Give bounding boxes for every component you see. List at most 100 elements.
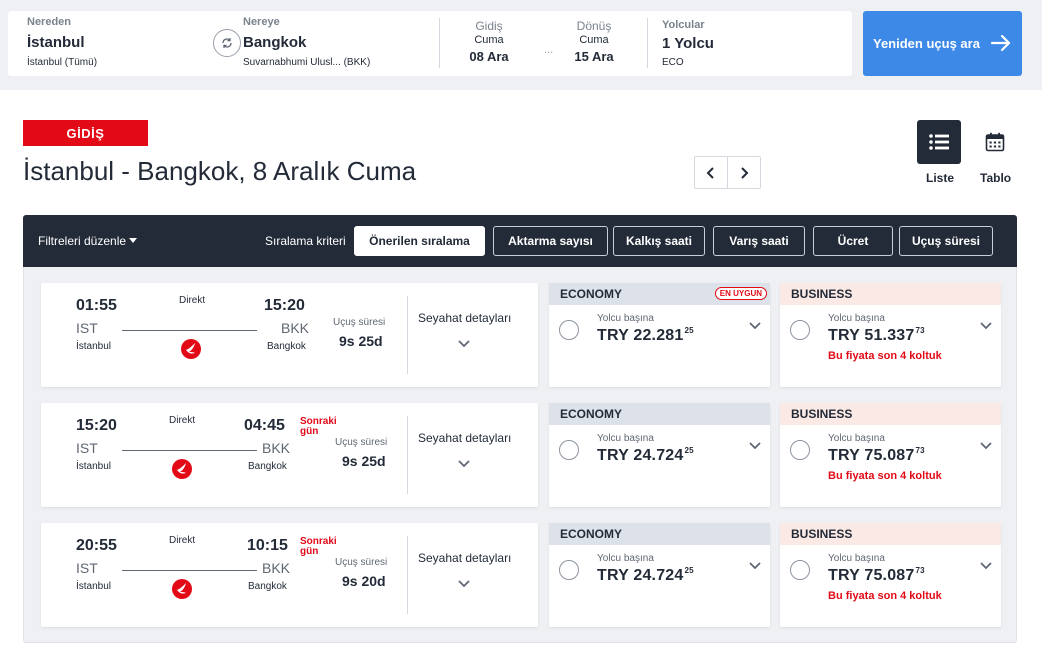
- departure-time: 15:20: [76, 417, 117, 434]
- departure-city: İstanbul: [76, 581, 112, 592]
- direction-tag: GİDİŞ: [23, 120, 148, 146]
- sort-label: Sıralama kriteri: [265, 234, 346, 248]
- departure-city: İstanbul: [76, 341, 112, 352]
- divider: [439, 18, 440, 68]
- chevron-down-icon[interactable]: [457, 459, 471, 469]
- stops-label: Direkt: [169, 535, 196, 546]
- economy-fare-option[interactable]: ECONOMY EN UYGUN Yolcu başına TRY 22.281…: [549, 283, 770, 387]
- arrival-city: Bangkok: [267, 341, 306, 352]
- travel-details-link[interactable]: Seyahat detayları: [418, 311, 511, 325]
- per-passenger-label: Yolcu başına: [597, 553, 654, 564]
- sort-price-button[interactable]: Ücret: [813, 226, 893, 256]
- divider: [407, 296, 408, 374]
- chevron-down-icon[interactable]: [748, 321, 762, 331]
- search-summary[interactable]: Nereden İstanbul İstanbul (Tümü) Nereye …: [8, 11, 852, 76]
- fare-price: TRY 22.28125: [597, 326, 694, 344]
- passengers-label: Yolcular: [662, 19, 705, 31]
- departure-time: 01:55: [76, 297, 117, 314]
- fare-class-name: BUSINESS: [791, 527, 853, 541]
- fare-class-header: BUSINESS: [780, 523, 1001, 545]
- search-again-button[interactable]: Yeniden uçuş ara: [863, 11, 1022, 76]
- chevron-down-icon[interactable]: [457, 579, 471, 589]
- flight-row[interactable]: 15:20 IST İstanbul Direkt 04:45 BKK Bang…: [41, 403, 538, 507]
- chevron-down-icon[interactable]: [457, 339, 471, 349]
- arrival-code: BKK: [281, 320, 310, 336]
- fare-radio[interactable]: [790, 440, 810, 460]
- chevron-down-icon[interactable]: [979, 441, 993, 451]
- travel-details-link[interactable]: Seyahat detayları: [418, 551, 511, 565]
- next-day-button[interactable]: [727, 157, 760, 188]
- travel-details-link[interactable]: Seyahat detayları: [418, 431, 511, 445]
- flight-row[interactable]: 01:55 IST İstanbul Direkt 15:20 BKK Bang…: [41, 283, 538, 387]
- fare-price: TRY 24.72425: [597, 446, 694, 464]
- search-again-label: Yeniden uçuş ara: [873, 36, 980, 51]
- to-airport: Suvarnabhumi Ulusl... (BKK): [243, 57, 371, 68]
- arrival-time: 04:45: [244, 417, 285, 434]
- fare-class-header: ECONOMY EN UYGUN: [549, 283, 770, 305]
- sort-arrival-button[interactable]: Varış saati: [713, 226, 805, 256]
- chevron-down-icon[interactable]: [979, 321, 993, 331]
- fare-radio[interactable]: [559, 560, 579, 580]
- chevron-down-icon[interactable]: [748, 561, 762, 571]
- fare-class-name: BUSINESS: [791, 407, 853, 421]
- business-fare-option[interactable]: BUSINESS Yolcu başına TRY 75.08773 Bu fi…: [780, 403, 1001, 507]
- date-pager: [694, 156, 761, 189]
- return-date[interactable]: Dönüş Cuma 15 Ara: [564, 19, 624, 64]
- departure-code: IST: [76, 560, 98, 576]
- arrival-city: Bangkok: [248, 461, 287, 472]
- depart-date[interactable]: Gidiş Cuma 08 Ara: [459, 19, 519, 64]
- table-view-button[interactable]: [973, 120, 1017, 164]
- swap-button[interactable]: [213, 29, 241, 57]
- to-city[interactable]: Bangkok: [243, 34, 306, 51]
- return-day: Cuma: [579, 34, 609, 46]
- flight-results: 01:55 IST İstanbul Direkt 15:20 BKK Bang…: [23, 267, 1017, 643]
- list-view-label[interactable]: Liste: [926, 171, 954, 185]
- fare-radio[interactable]: [790, 320, 810, 340]
- from-airport: İstanbul (Tümü): [27, 57, 98, 68]
- arrival-time: 15:20: [264, 297, 305, 314]
- duration-value: 9s 20d: [342, 573, 386, 589]
- flight-row[interactable]: 20:55 IST İstanbul Direkt 10:15 BKK Bang…: [41, 523, 538, 627]
- business-fare-option[interactable]: BUSINESS Yolcu başına TRY 75.08773 Bu fi…: [780, 523, 1001, 627]
- calendar-icon: [985, 132, 1005, 152]
- fare-class-name: BUSINESS: [791, 287, 853, 301]
- chevron-down-icon[interactable]: [979, 561, 993, 571]
- per-passenger-label: Yolcu başına: [597, 433, 654, 444]
- cabin-class: ECO: [662, 57, 684, 68]
- duration-label: Uçuş süresi: [335, 437, 388, 448]
- table-view-label[interactable]: Tablo: [980, 171, 1011, 185]
- previous-day-button[interactable]: [695, 157, 727, 188]
- fare-price: TRY 75.08773: [828, 446, 925, 464]
- from-label: Nereden: [27, 16, 72, 28]
- fare-class-header: BUSINESS: [780, 403, 1001, 425]
- from-city[interactable]: İstanbul: [27, 34, 85, 51]
- sort-duration-button[interactable]: Uçuş süresi: [899, 226, 993, 256]
- sort-departure-button[interactable]: Kalkış saati: [613, 226, 705, 256]
- economy-fare-option[interactable]: ECONOMY Yolcu başına TRY 24.72425: [549, 523, 770, 627]
- list-view-button[interactable]: [917, 120, 961, 164]
- seats-left-warning: Bu fiyata son 4 koltuk: [828, 590, 942, 602]
- sort-recommended-button[interactable]: Önerilen sıralama: [354, 226, 485, 256]
- business-fare-option[interactable]: BUSINESS Yolcu başına TRY 51.33773 Bu fi…: [780, 283, 1001, 387]
- chevron-down-icon[interactable]: [748, 441, 762, 451]
- seats-left-warning: Bu fiyata son 4 koltuk: [828, 470, 942, 482]
- return-label: Dönüş: [576, 19, 612, 33]
- seats-left-warning: Bu fiyata son 4 koltuk: [828, 350, 942, 362]
- fare-radio[interactable]: [559, 440, 579, 460]
- airline-logo-icon: [181, 339, 201, 359]
- passengers-value[interactable]: 1 Yolcu: [662, 35, 714, 52]
- per-passenger-label: Yolcu başına: [597, 313, 654, 324]
- fare-radio[interactable]: [559, 320, 579, 340]
- divider: [407, 536, 408, 614]
- fare-class-header: ECONOMY: [549, 403, 770, 425]
- duration-value: 9s 25d: [342, 453, 386, 469]
- fare-radio[interactable]: [790, 560, 810, 580]
- cheapest-badge: EN UYGUN: [714, 287, 767, 300]
- edit-filters-button[interactable]: Filtreleri düzenle: [38, 234, 138, 248]
- stops-label: Direkt: [179, 295, 206, 306]
- fare-class-header: BUSINESS: [780, 283, 1001, 305]
- economy-fare-option[interactable]: ECONOMY Yolcu başına TRY 24.72425: [549, 403, 770, 507]
- sort-stops-button[interactable]: Aktarma sayısı: [493, 226, 608, 256]
- filter-bar: Filtreleri düzenle Sıralama kriteri Öner…: [23, 215, 1017, 267]
- route-line: [122, 570, 257, 571]
